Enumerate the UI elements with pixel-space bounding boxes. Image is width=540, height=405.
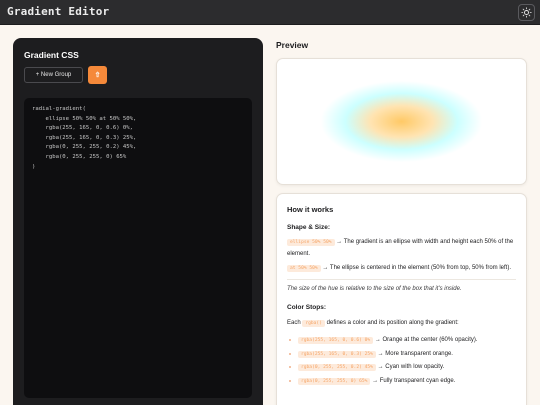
stop-text: → Fully transparent cyan edge.	[372, 377, 456, 384]
position-text: → The ellipse is centered in the element…	[322, 265, 511, 271]
stop-text: → Cyan with low opacity.	[377, 364, 445, 370]
stop-text: → More transparent orange.	[377, 350, 453, 357]
css-panel: Gradient CSS + New Group ⇧ radial-gradie…	[13, 38, 263, 405]
gradient-preview	[277, 59, 526, 184]
position-paragraph: at 50% 50% → The ellipse is centered in …	[287, 263, 516, 275]
css-code-editor[interactable]: radial-gradient( ellipse 50% 50% at 50% …	[24, 98, 252, 398]
stops-list: rgba(255, 165, 0, 0.6) 0% → Orange at th…	[287, 335, 516, 387]
preview-card	[276, 58, 527, 185]
list-item: rgba(0, 255, 255, 0) 65% → Fully transpa…	[287, 376, 516, 388]
stop-code: rgba(0, 255, 255, 0.2) 45%	[298, 364, 376, 371]
theme-toggle-button[interactable]	[518, 4, 535, 21]
position-code: at 50% 50%	[287, 265, 321, 272]
stops-intro-code: rgba()	[302, 319, 325, 327]
shape-code: ellipse 50% 50%	[287, 239, 335, 246]
how-it-works-card: How it works Shape & Size: ellipse 50% 5…	[276, 193, 527, 405]
panel-title: Gradient CSS	[24, 50, 79, 60]
info-title: How it works	[287, 205, 334, 214]
size-note: The size of the hue is relative to the s…	[287, 278, 516, 295]
top-bar: Gradient Editor	[0, 0, 540, 25]
export-button[interactable]: ⇧	[88, 66, 107, 84]
shape-paragraph: ellipse 50% 50% → The gradient is an ell…	[287, 237, 516, 259]
stops-heading: Color Stops:	[287, 304, 326, 311]
stops-intro-pre: Each	[287, 319, 301, 326]
stop-text: → Orange at the center (60% opacity).	[374, 337, 478, 343]
stop-code: rgba(255, 165, 0, 0.3) 25%	[298, 350, 376, 358]
list-item: rgba(255, 165, 0, 0.6) 0% → Orange at th…	[287, 335, 516, 347]
list-item: rgba(0, 255, 255, 0.2) 45% → Cyan with l…	[287, 362, 516, 374]
list-item: rgba(255, 165, 0, 0.3) 25% → More transp…	[287, 349, 516, 361]
new-group-button[interactable]: + New Group	[24, 67, 83, 83]
stops-intro-post: defines a color and its position along t…	[326, 319, 459, 326]
stop-code: rgba(0, 255, 255, 0) 65%	[298, 377, 371, 385]
app-title: Gradient Editor	[7, 5, 110, 18]
stop-code: rgba(255, 165, 0, 0.6) 0%	[298, 337, 374, 344]
stops-intro: Each rgba() defines a color and its posi…	[287, 318, 516, 330]
shape-heading: Shape & Size:	[287, 223, 330, 231]
sun-icon	[521, 7, 532, 18]
preview-title: Preview	[276, 40, 309, 50]
